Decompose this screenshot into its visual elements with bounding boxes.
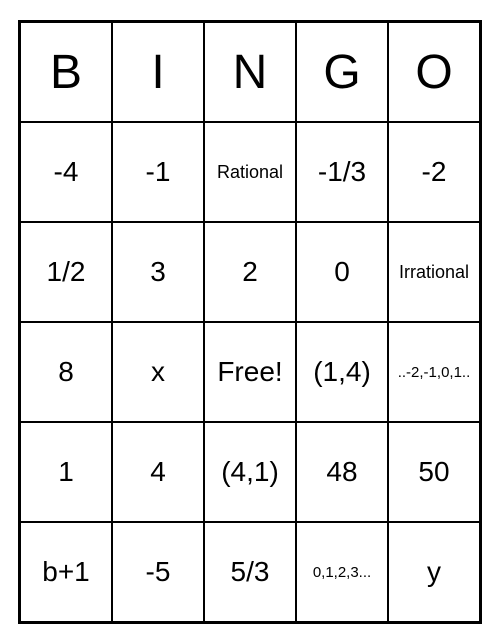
header-b: B [20,22,112,122]
bingo-cell[interactable]: 0 [296,222,388,322]
bingo-row: 1/2 3 2 0 Irrational [20,222,480,322]
header-i: I [112,22,204,122]
bingo-cell[interactable]: y [388,522,480,622]
bingo-cell[interactable]: -4 [20,122,112,222]
bingo-row: b+1 -5 5/3 0,1,2,3... y [20,522,480,622]
bingo-row: -4 -1 Rational -1/3 -2 [20,122,480,222]
bingo-free-cell[interactable]: Free! [204,322,296,422]
bingo-cell[interactable]: (1,4) [296,322,388,422]
bingo-cell[interactable]: 48 [296,422,388,522]
bingo-cell[interactable]: 1/2 [20,222,112,322]
bingo-cell[interactable]: ..-2,-1,0,1.. [388,322,480,422]
bingo-cell[interactable]: Rational [204,122,296,222]
bingo-cell[interactable]: b+1 [20,522,112,622]
bingo-cell[interactable]: x [112,322,204,422]
bingo-cell[interactable]: 1 [20,422,112,522]
header-n: N [204,22,296,122]
bingo-cell[interactable]: 5/3 [204,522,296,622]
bingo-cell[interactable]: 8 [20,322,112,422]
bingo-cell[interactable]: 2 [204,222,296,322]
bingo-cell[interactable]: -1 [112,122,204,222]
bingo-cell[interactable]: 4 [112,422,204,522]
bingo-cell[interactable]: -2 [388,122,480,222]
bingo-row: 1 4 (4,1) 48 50 [20,422,480,522]
bingo-cell[interactable]: Irrational [388,222,480,322]
bingo-row: 8 x Free! (1,4) ..-2,-1,0,1.. [20,322,480,422]
bingo-cell[interactable]: 0,1,2,3... [296,522,388,622]
bingo-cell[interactable]: -1/3 [296,122,388,222]
header-g: G [296,22,388,122]
header-o: O [388,22,480,122]
bingo-card: B I N G O -4 -1 Rational -1/3 -2 1/2 3 2… [18,20,482,624]
bingo-cell[interactable]: -5 [112,522,204,622]
bingo-header-row: B I N G O [20,22,480,122]
bingo-cell[interactable]: (4,1) [204,422,296,522]
bingo-cell[interactable]: 50 [388,422,480,522]
bingo-cell[interactable]: 3 [112,222,204,322]
